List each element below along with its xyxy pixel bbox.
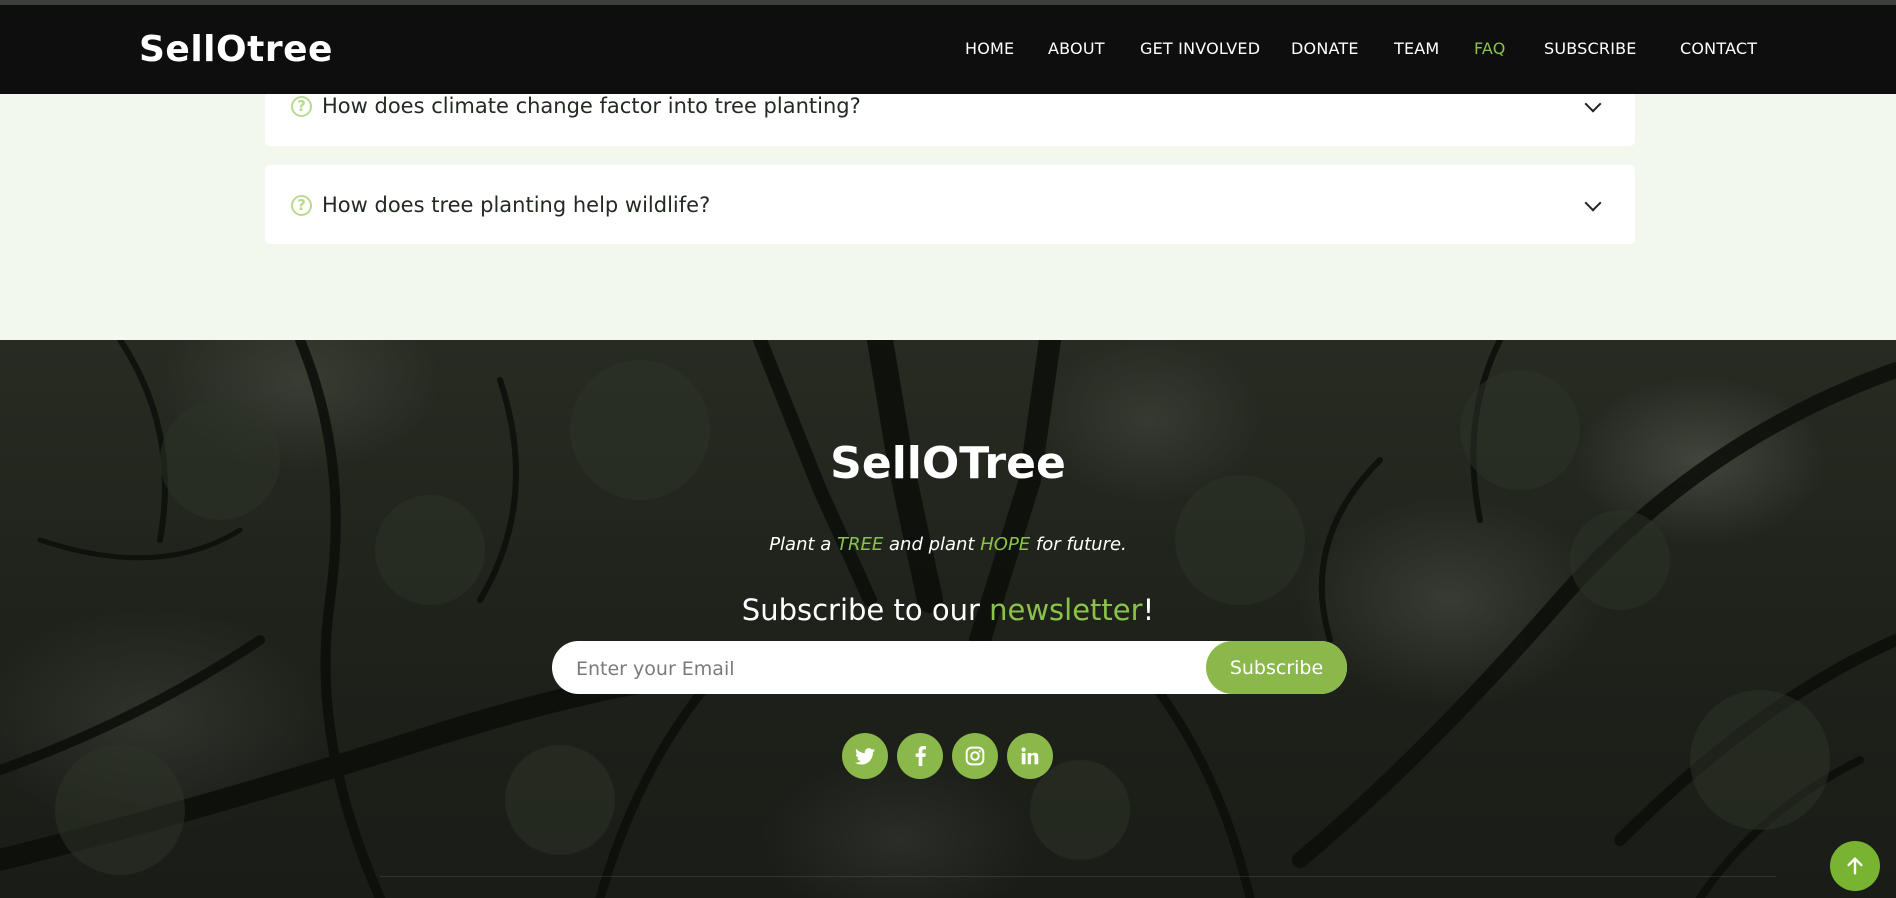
footer-tagline: Plant a TREE and plant HOPE for future.	[0, 534, 1896, 555]
question-circle-icon: ?	[291, 194, 312, 216]
tagline-highlight: TREE	[837, 534, 884, 555]
nav-get-involved[interactable]: GET INVOLVED	[1140, 39, 1260, 58]
chevron-down-icon[interactable]	[1584, 95, 1602, 113]
footer-brand: SellOTree	[830, 438, 1066, 489]
faq-question-row: ? How does tree planting help wildlife?	[291, 192, 710, 218]
tagline-highlight: HOPE	[980, 534, 1031, 555]
chevron-down-icon[interactable]	[1584, 194, 1602, 212]
nav-team[interactable]: TEAM	[1394, 39, 1439, 58]
faq-question-row: ? How does climate change factor into tr…	[291, 94, 861, 118]
nav-faq[interactable]: FAQ	[1474, 39, 1506, 58]
nav-subscribe[interactable]: SUBSCRIBE	[1544, 39, 1637, 58]
faq-question: How does tree planting help wildlife?	[322, 193, 711, 217]
twitter-icon[interactable]	[842, 733, 888, 779]
tagline-part: Plant a	[769, 534, 838, 555]
subscribe-button[interactable]: Subscribe	[1206, 641, 1347, 694]
arrow-up-icon	[1847, 857, 1863, 875]
main-nav: HOME ABOUT GET INVOLVED DONATE TEAM FAQ …	[0, 39, 1896, 67]
subscribe-heading-part: !	[1142, 593, 1155, 627]
facebook-icon[interactable]	[897, 733, 943, 779]
faq-item[interactable]: ? How does tree planting help wildlife?	[265, 165, 1635, 244]
question-circle-icon: ?	[291, 95, 312, 117]
nav-about[interactable]: ABOUT	[1048, 39, 1105, 58]
linkedin-icon[interactable]	[1007, 733, 1053, 779]
faq-item[interactable]: ? How does climate change factor into tr…	[265, 94, 1635, 146]
instagram-icon[interactable]	[952, 733, 998, 779]
nav-home[interactable]: HOME	[965, 39, 1014, 58]
subscribe-heading-highlight: newsletter	[989, 593, 1143, 627]
subscribe-heading: Subscribe to our newsletter!	[0, 593, 1896, 627]
footer-divider	[380, 876, 1776, 877]
email-input[interactable]	[574, 641, 1198, 696]
site-header: SellOtree HOME ABOUT GET INVOLVED DONATE…	[0, 5, 1896, 94]
tagline-part: and plant	[883, 534, 981, 555]
site-footer: SellOTree Plant a TREE and plant HOPE fo…	[0, 340, 1896, 898]
back-to-top-button[interactable]	[1830, 841, 1880, 891]
tagline-part: for future.	[1030, 534, 1127, 555]
subscribe-heading-part: Subscribe to our	[741, 593, 990, 627]
faq-section: ? How does climate change factor into tr…	[0, 94, 1896, 340]
nav-donate[interactable]: DONATE	[1291, 39, 1359, 58]
newsletter-form: Subscribe	[552, 641, 1347, 696]
nav-contact[interactable]: CONTACT	[1680, 39, 1757, 58]
faq-question: How does climate change factor into tree…	[322, 94, 861, 118]
